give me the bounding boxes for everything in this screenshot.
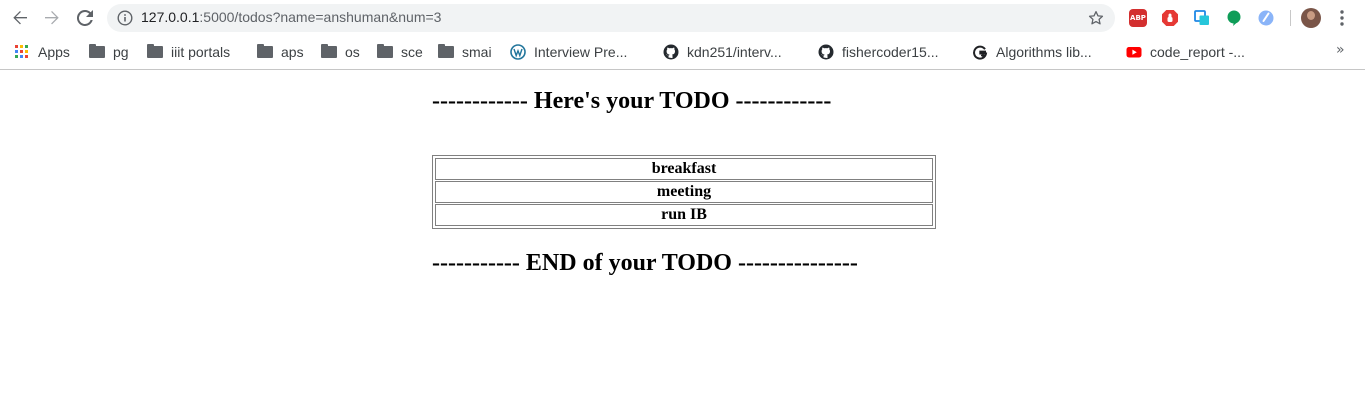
- bookmarks-bar: Apps pg iiit portals aps os sce smai Int…: [0, 36, 1365, 70]
- bookmark-label: sce: [401, 44, 423, 60]
- bookmark-label: pg: [113, 44, 129, 60]
- bookmark-label: kdn251/interv...: [687, 44, 782, 60]
- bookmark-os[interactable]: os: [321, 42, 360, 62]
- adblock-plus-icon[interactable]: ABP: [1129, 9, 1147, 27]
- bookmark-star-icon[interactable]: [1087, 9, 1105, 27]
- forward-button[interactable]: [40, 7, 64, 29]
- folder-icon: [257, 44, 273, 60]
- todo-item: meeting: [435, 181, 933, 203]
- folder-icon: [147, 44, 163, 60]
- folder-icon: [438, 44, 454, 60]
- back-button[interactable]: [8, 7, 32, 29]
- reload-icon: [77, 10, 93, 26]
- back-arrow-icon: [13, 11, 27, 25]
- url-text[interactable]: 127.0.0.1:5000/todos?name=anshuman&num=3: [141, 9, 441, 25]
- stop-hand-extension-icon[interactable]: [1161, 9, 1179, 27]
- bookmarks-overflow-button[interactable]: »: [1336, 42, 1345, 58]
- bookmark-iiit-portals[interactable]: iiit portals: [147, 42, 230, 62]
- toolbar-separator: [1290, 10, 1291, 26]
- bookmark-aps[interactable]: aps: [257, 42, 304, 62]
- kebab-menu-icon[interactable]: [1335, 9, 1349, 27]
- reload-button[interactable]: [73, 7, 97, 29]
- wordpress-icon: [510, 44, 526, 60]
- bookmark-pg[interactable]: pg: [89, 42, 129, 62]
- bookmark-label: code_report -...: [1150, 44, 1245, 60]
- bookmark-smai[interactable]: smai: [438, 42, 492, 62]
- page-content: ------------ Here's your TODO ----------…: [0, 70, 1365, 417]
- folder-icon: [377, 44, 393, 60]
- bookmark-interview-prep[interactable]: Interview Pre...: [510, 42, 627, 62]
- github-icon: [663, 44, 679, 60]
- github-icon: [818, 44, 834, 60]
- bookmark-label: fishercoder15...: [842, 44, 939, 60]
- bookmark-fishercoder[interactable]: fishercoder15...: [818, 42, 939, 62]
- bookmark-label: Interview Pre...: [534, 44, 628, 60]
- todo-item: run IB: [435, 204, 933, 226]
- bookmark-algorithms-lib[interactable]: Algorithms lib...: [972, 42, 1092, 62]
- address-bar[interactable]: 127.0.0.1:5000/todos?name=anshuman&num=3: [107, 4, 1115, 32]
- folder-icon: [321, 44, 337, 60]
- browser-toolbar: 127.0.0.1:5000/todos?name=anshuman&num=3…: [0, 0, 1365, 36]
- url-host: 127.0.0.1: [141, 9, 200, 25]
- bookmark-label: Apps: [38, 44, 70, 60]
- bookmark-label: Algorithms lib...: [996, 44, 1092, 60]
- url-path: :5000/todos?name=anshuman&num=3: [199, 9, 442, 25]
- bookmark-label: os: [345, 44, 360, 60]
- adblock-label: ABP: [1130, 14, 1146, 22]
- chat-bubble-extension-icon[interactable]: [1225, 9, 1243, 27]
- bookmark-kdn251[interactable]: kdn251/interv...: [663, 42, 782, 62]
- todo-end-heading: ----------- END of your TODO -----------…: [432, 250, 858, 276]
- folder-icon: [89, 44, 105, 60]
- bookmark-label: smai: [462, 44, 492, 60]
- info-icon[interactable]: [117, 10, 133, 26]
- youtube-icon: [1126, 44, 1142, 60]
- profile-avatar[interactable]: [1301, 8, 1321, 28]
- apps-grid-icon: [14, 44, 30, 60]
- todo-item: breakfast: [435, 158, 933, 180]
- todo-table: breakfast meeting run IB: [432, 155, 936, 229]
- todo-heading: ------------ Here's your TODO ----------…: [432, 88, 832, 114]
- g-plus-icon: [972, 44, 988, 60]
- bookmark-label: aps: [281, 44, 304, 60]
- bookmark-code-report[interactable]: code_report -...: [1126, 42, 1245, 62]
- clip-extension-icon[interactable]: [1257, 9, 1275, 27]
- screen-capture-extension-icon[interactable]: [1193, 9, 1211, 27]
- bookmark-label: iiit portals: [171, 44, 231, 60]
- forward-arrow-icon: [45, 11, 59, 25]
- bookmark-apps[interactable]: Apps: [14, 42, 70, 62]
- bookmark-sce[interactable]: sce: [377, 42, 423, 62]
